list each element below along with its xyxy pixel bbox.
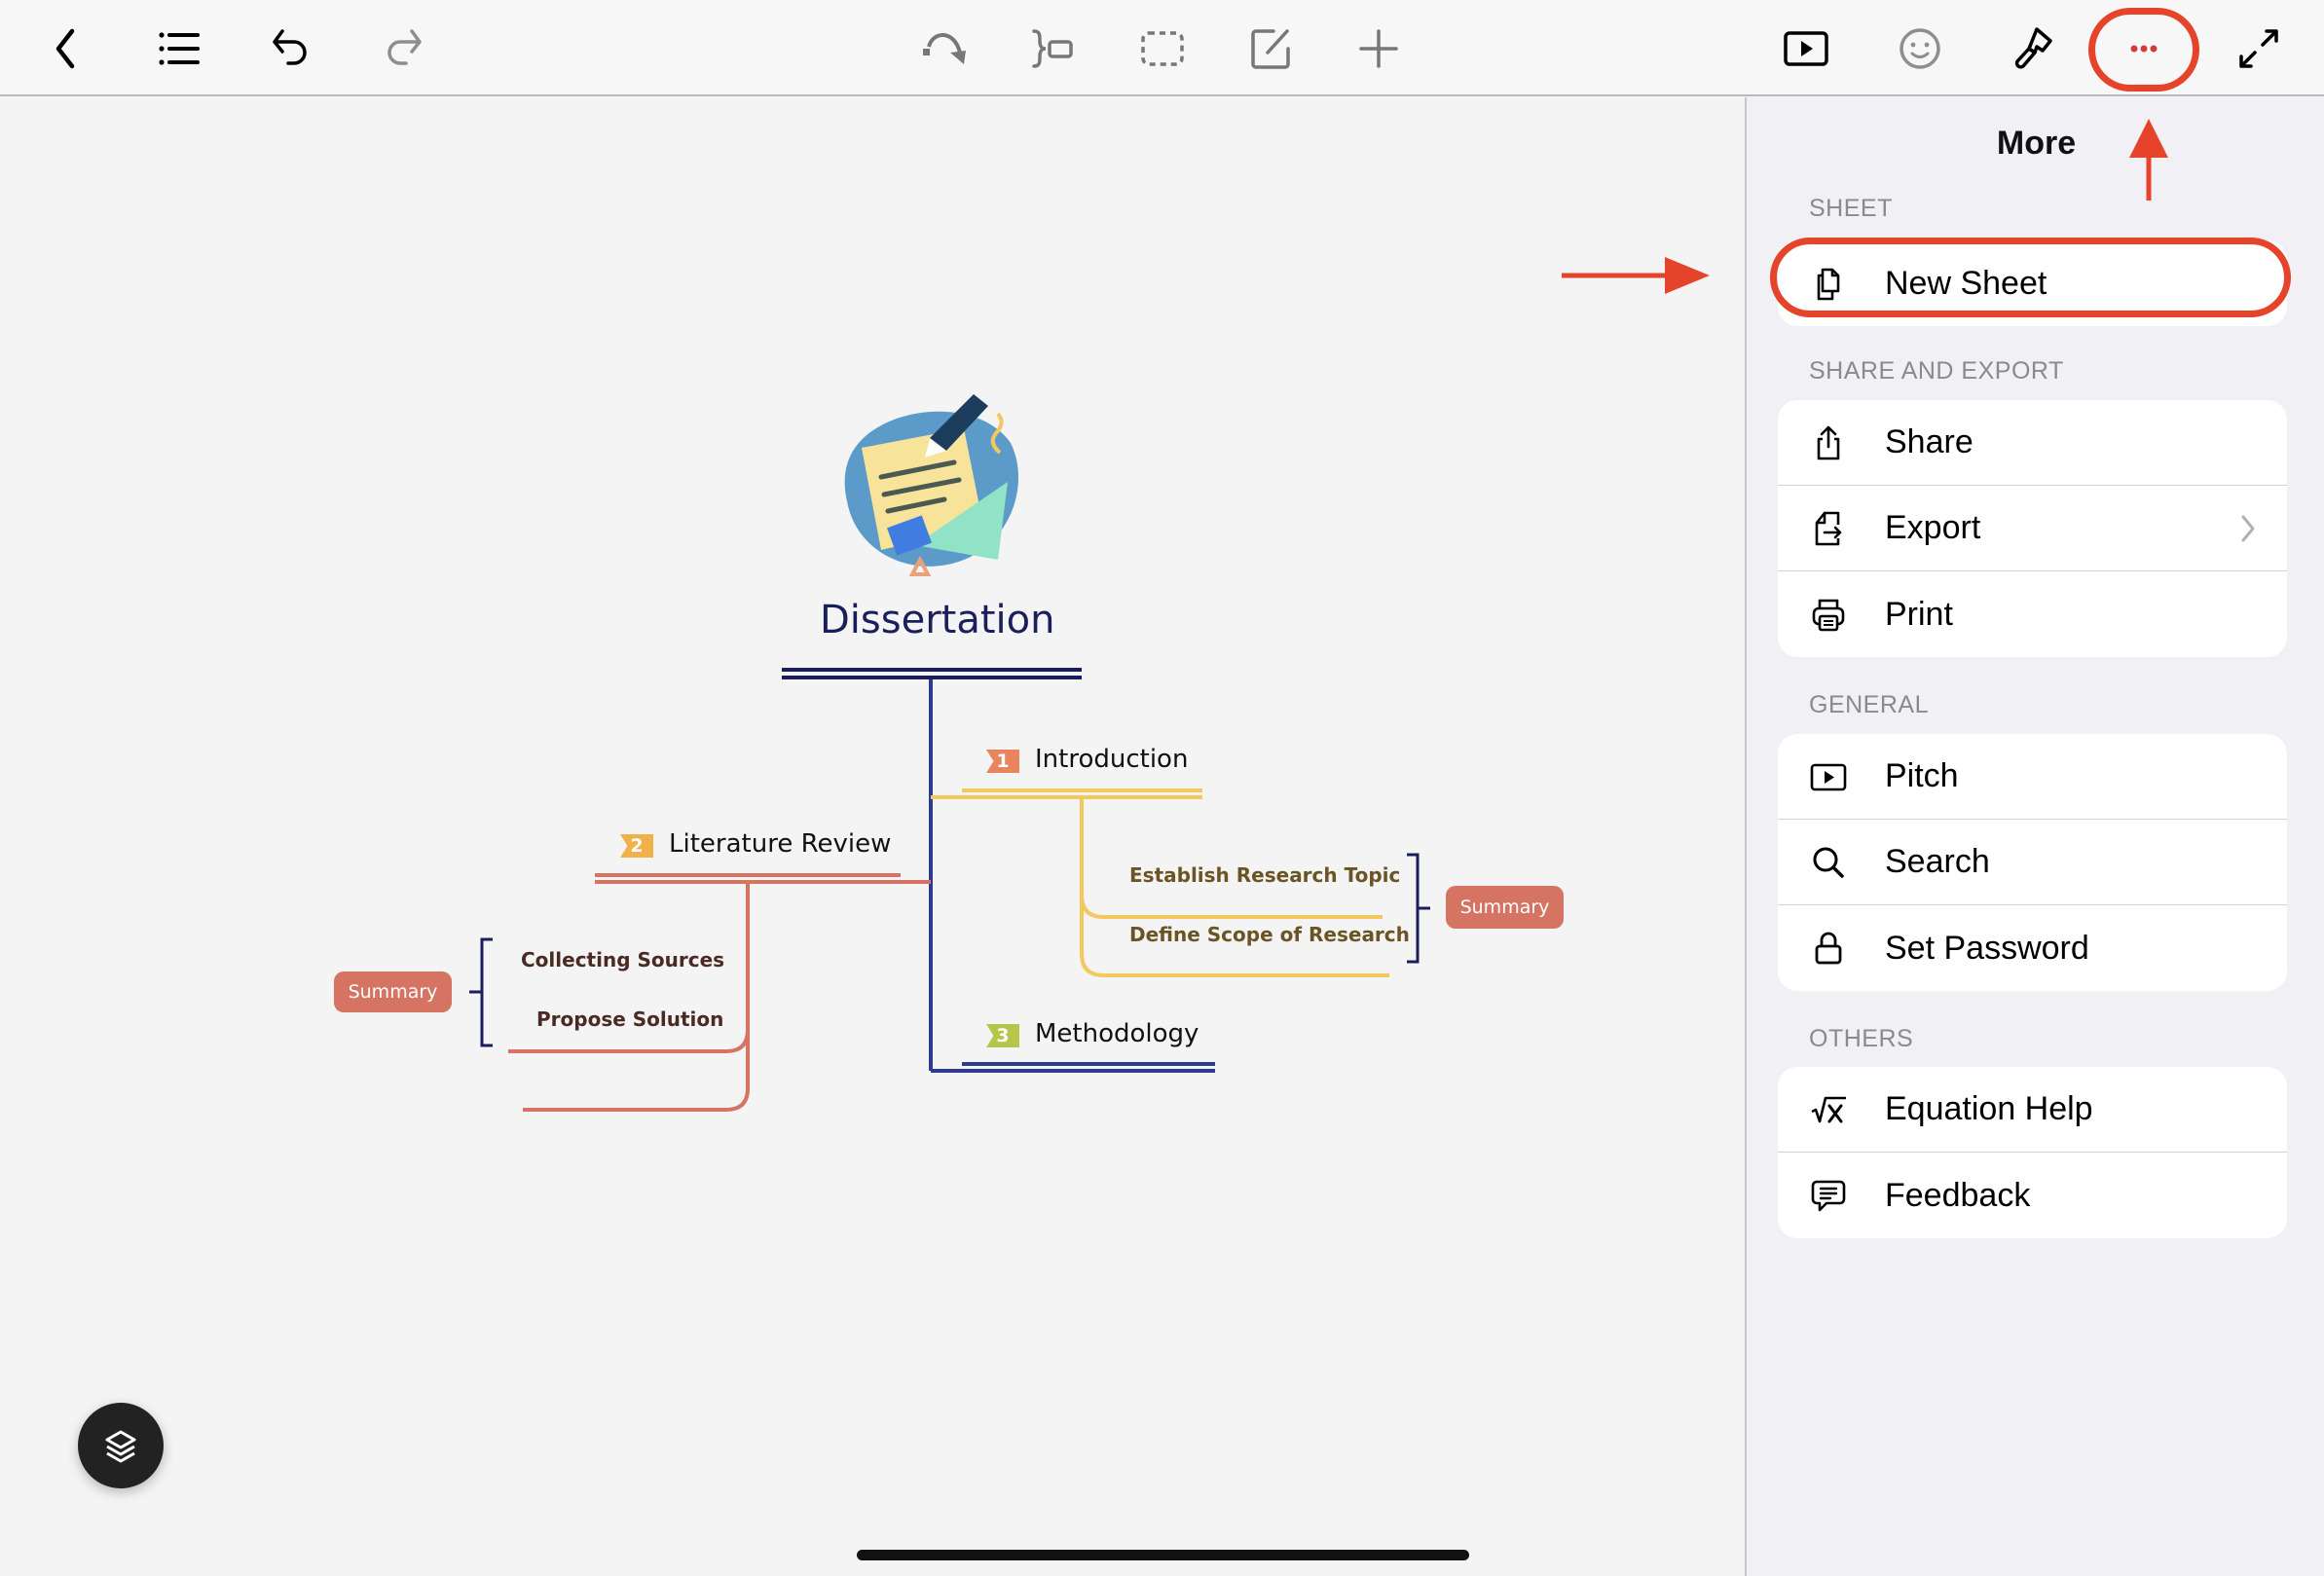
toolbar — [0, 0, 2324, 96]
back-button[interactable] — [37, 19, 95, 78]
plus-icon — [1359, 29, 1398, 68]
sticker-button[interactable] — [1891, 19, 1949, 78]
summary-bracket-icon — [1032, 29, 1073, 68]
menu-item-share[interactable]: Share — [1778, 400, 2287, 486]
section-label-sheet: SHEET — [1809, 195, 1893, 222]
menu-item-label: Set Password — [1885, 929, 2089, 967]
annotation-arrow-up — [2129, 119, 2168, 201]
more-button-highlight — [2088, 8, 2199, 92]
boundary-button[interactable] — [1133, 19, 1192, 78]
search-icon — [1807, 841, 1850, 884]
dissertation-illustration — [844, 394, 1019, 576]
pitch-button[interactable] — [1777, 19, 1835, 78]
note-button[interactable] — [1242, 19, 1301, 78]
list-icon — [159, 32, 200, 65]
smiley-icon — [1900, 28, 1940, 69]
undo-icon — [273, 29, 307, 65]
topic-methodology[interactable]: Methodology — [1035, 1019, 1199, 1048]
introduction-summary[interactable]: Summary — [1446, 886, 1564, 929]
menu-item-label: Export — [1885, 509, 1981, 546]
note-edit-icon — [1251, 29, 1290, 69]
topic-introduction[interactable]: Introduction — [1035, 745, 1188, 774]
play-icon — [1807, 755, 1850, 798]
menu-item-search[interactable]: Search — [1778, 820, 2287, 905]
fullscreen-button[interactable] — [2230, 19, 2288, 78]
menu-item-equation-help[interactable]: Equation Help — [1778, 1067, 2287, 1153]
panel-title: More — [1996, 125, 2077, 162]
expand-icon — [2239, 29, 2278, 68]
new-sheet-highlight — [1770, 238, 2291, 317]
share-icon — [1807, 421, 1850, 464]
add-topic-button[interactable] — [1349, 19, 1408, 78]
menu-item-set-password[interactable]: Set Password — [1778, 905, 2287, 991]
others-group: Equation Help Feedback — [1778, 1067, 2287, 1238]
menu-item-label: Share — [1885, 423, 1974, 460]
subtopic-collecting-sources[interactable]: Collecting Sources — [521, 948, 724, 971]
redo-icon — [387, 29, 422, 65]
subtopic-establish-research-topic[interactable]: Establish Research Topic — [1129, 863, 1400, 887]
export-icon — [1807, 507, 1850, 550]
menu-item-label: Pitch — [1885, 757, 1959, 794]
introduction-subline-1 — [1080, 797, 1383, 919]
menu-item-label: Print — [1885, 595, 1953, 633]
app-root: Dissertation 1 Introduction Establish Re… — [0, 0, 2324, 1576]
outline-button[interactable] — [149, 19, 207, 78]
menu-item-label: Search — [1885, 843, 1990, 880]
lock-icon — [1807, 927, 1850, 970]
annotation-arrow-right — [1562, 257, 1710, 294]
menu-item-print[interactable]: Print — [1778, 571, 2287, 657]
sqrt-x-icon — [1807, 1088, 1850, 1131]
relationship-button[interactable] — [915, 19, 974, 78]
feedback-bubble-icon — [1807, 1174, 1850, 1217]
summary-button[interactable] — [1024, 19, 1083, 78]
topic-literature-review[interactable]: Literature Review — [669, 829, 891, 859]
more-panel: More SHEET New Sheet SHARE AND EXPORT Sh… — [1745, 97, 2324, 1576]
boundary-dashed-icon — [1141, 31, 1184, 66]
section-label-share-export: SHARE AND EXPORT — [1809, 357, 2064, 385]
redo-button[interactable] — [375, 19, 433, 78]
section-label-general: GENERAL — [1809, 691, 1929, 718]
format-button[interactable] — [2004, 19, 2062, 78]
literature-summary[interactable]: Summary — [334, 971, 452, 1012]
subtopic-propose-solution[interactable]: Propose Solution — [536, 1008, 723, 1031]
share-export-group: Share Export Print — [1778, 400, 2287, 657]
menu-item-feedback[interactable]: Feedback — [1778, 1153, 2287, 1238]
printer-icon — [1807, 593, 1850, 636]
menu-item-export[interactable]: Export — [1778, 486, 2287, 571]
paintbrush-icon — [2014, 27, 2052, 69]
chevron-right-icon — [2241, 515, 2255, 542]
play-icon — [1784, 31, 1828, 66]
mindmap-canvas[interactable]: Dissertation 1 Introduction Establish Re… — [0, 97, 1745, 1576]
chevron-left-icon — [55, 28, 75, 69]
section-label-others: OTHERS — [1809, 1025, 1914, 1052]
menu-item-label: Feedback — [1885, 1176, 2031, 1214]
general-group: Pitch Search Set Password — [1778, 734, 2287, 991]
subtopic-define-scope[interactable]: Define Scope of Research — [1129, 923, 1410, 946]
central-topic[interactable]: Dissertation — [820, 598, 1054, 642]
introduction-summary-bracket — [1407, 853, 1430, 964]
literature-summary-bracket — [469, 937, 493, 1047]
home-indicator — [857, 1550, 1469, 1560]
relationship-arrow-icon — [923, 33, 966, 64]
menu-item-label: Equation Help — [1885, 1090, 2093, 1127]
layers-button[interactable] — [78, 1403, 164, 1488]
layers-icon — [105, 1430, 136, 1463]
menu-item-pitch[interactable]: Pitch — [1778, 734, 2287, 820]
literature-subline-2 — [523, 1030, 750, 1112]
undo-button[interactable] — [261, 19, 319, 78]
